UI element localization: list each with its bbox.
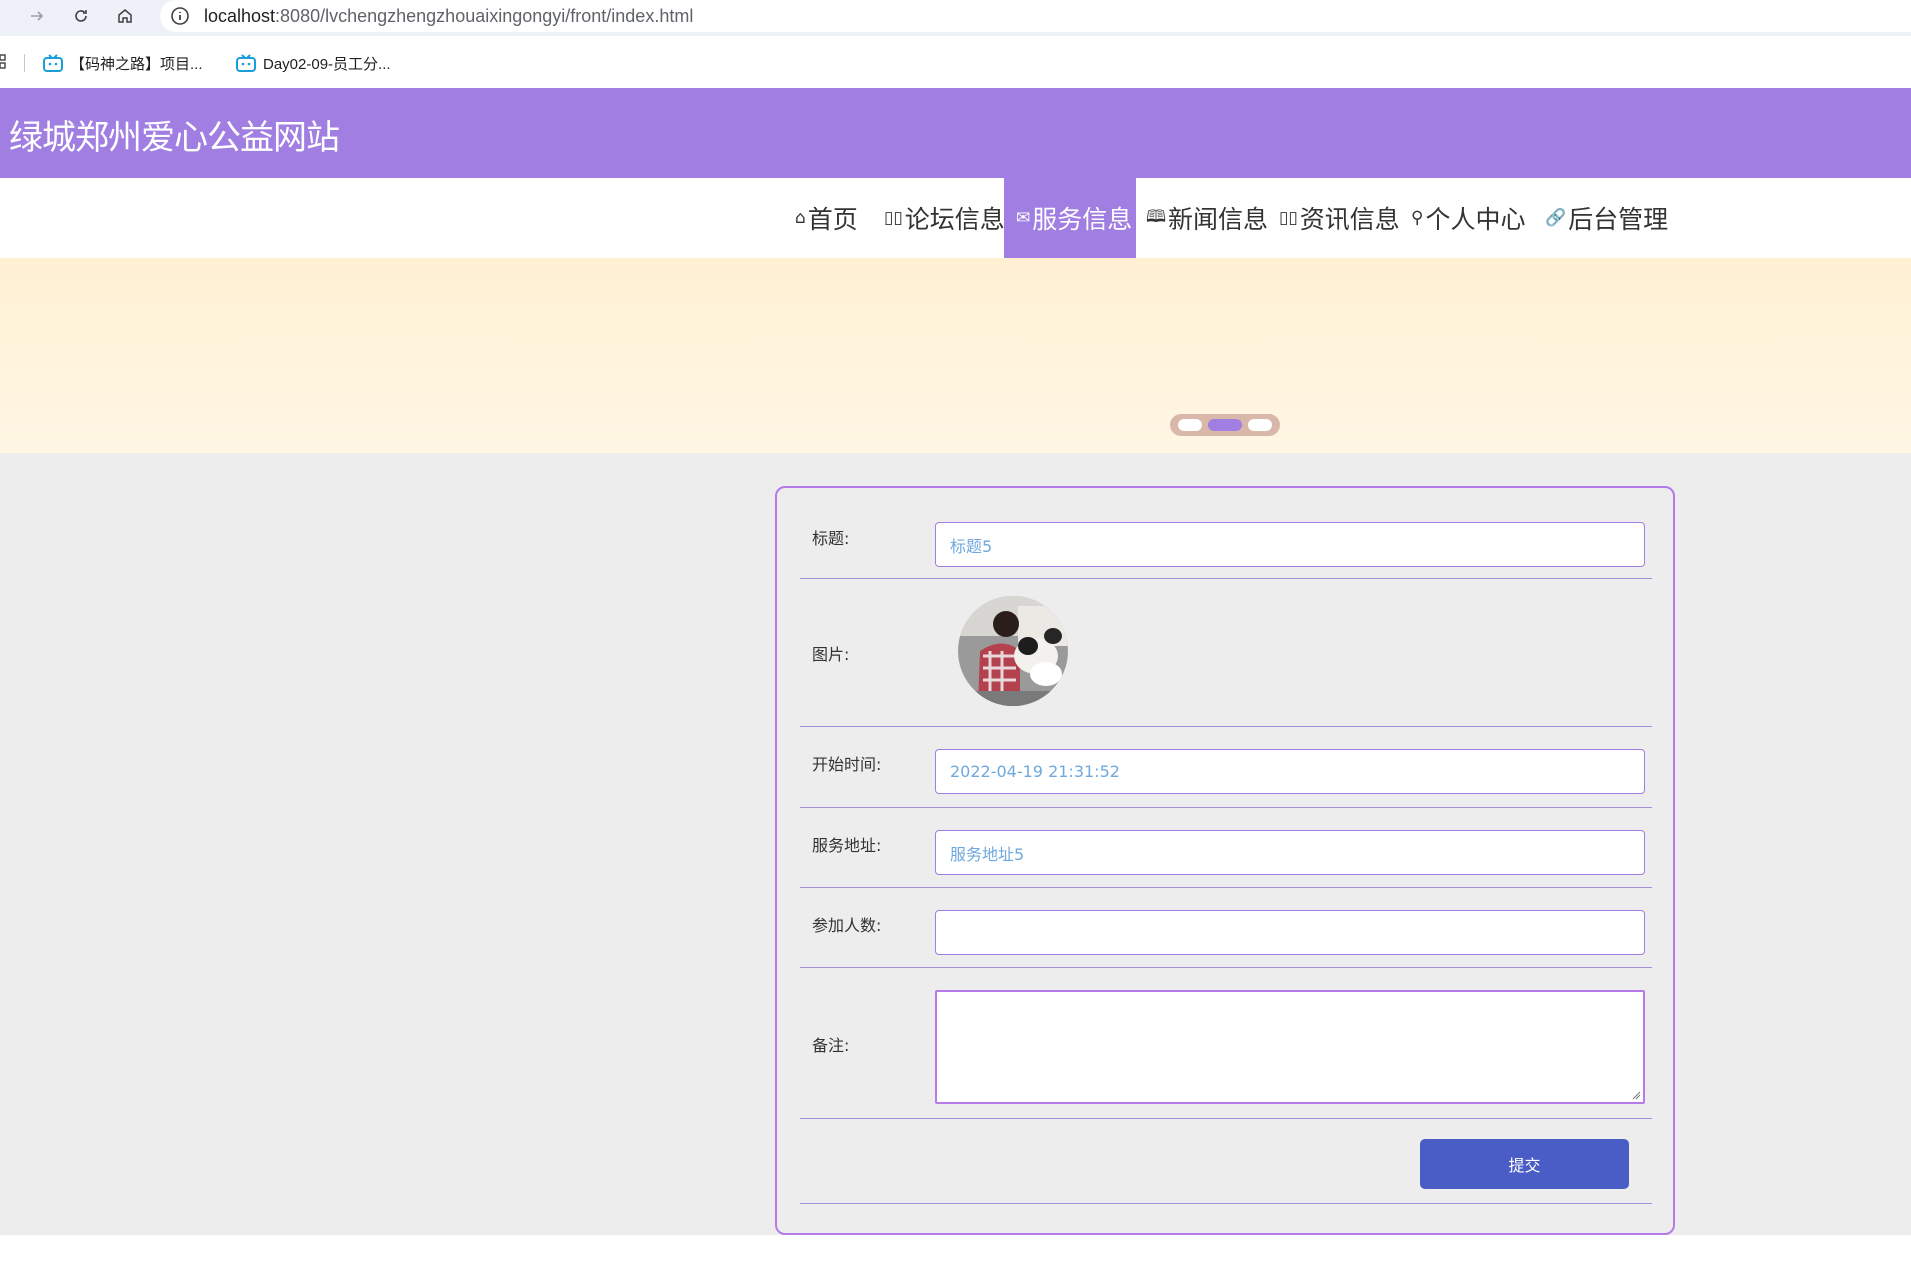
form-row-title: 标题: 标题5 [800, 488, 1652, 579]
bilibili-icon [236, 54, 256, 72]
title-label: 标题: [812, 529, 850, 548]
link-icon: 🔗 [1545, 208, 1567, 228]
nav-label: 服务信息 [1032, 205, 1133, 234]
bookmarks-separator [24, 54, 25, 72]
bilibili-icon [43, 54, 63, 72]
nav-item-forum[interactable]: ▯▯ 论坛信息 [884, 178, 1005, 258]
carousel-indicators [1170, 414, 1280, 436]
nav-item-info[interactable]: ▯▯ 资讯信息 [1279, 178, 1400, 258]
participants-input[interactable] [935, 910, 1645, 955]
form-row-image: 图片: [800, 579, 1652, 727]
form-row-address: 服务地址: 服务地址5 [800, 808, 1652, 888]
nav-label: 论坛信息 [904, 205, 1005, 234]
nav-item-home[interactable]: ⌂ 首页 [795, 178, 858, 258]
carousel-dot-active[interactable] [1208, 419, 1242, 431]
url-host: localhost [204, 5, 276, 26]
reload-icon[interactable] [70, 5, 92, 27]
bookmark-label: Day02-09-员工分... [263, 55, 391, 73]
book-icon: ▯▯ [884, 208, 903, 228]
form-row-remark: 备注: [800, 968, 1652, 1119]
image-label: 图片: [812, 645, 850, 664]
nav-label: 后台管理 [1568, 205, 1669, 234]
form-row-start-time: 开始时间: 2022-04-19 21:31:52 [800, 727, 1652, 808]
main-nav: ⌂ 首页 ▯▯ 论坛信息 ✉ 服务信息 🕮 新闻信息 ▯▯ 资讯信息 ⚲ 个人中心 🔗 后台管… [0, 178, 1911, 258]
remark-label: 备注: [812, 1036, 850, 1055]
grid-icon: ▯▯ [1279, 208, 1298, 228]
address-label: 服务地址: [812, 836, 882, 855]
carousel-dot[interactable] [1178, 419, 1202, 431]
nav-item-news[interactable]: 🕮 新闻信息 [1146, 178, 1268, 258]
browser-toolbar: localhost:8080/lvchengzhengzhouaixingong… [0, 0, 1911, 36]
bookmark-label: 【码神之路】项目... [70, 55, 203, 73]
url-path: :8080/lvchengzhengzhouaixingongyi/front/… [275, 5, 694, 26]
mail-icon: ✉ [1016, 208, 1031, 228]
nav-item-admin[interactable]: 🔗 后台管理 [1545, 178, 1668, 258]
submit-button[interactable]: 提交 [1420, 1139, 1629, 1189]
carousel-dot[interactable] [1248, 419, 1272, 431]
address-bar[interactable]: localhost:8080/lvchengzhengzhouaixingong… [160, 0, 1911, 32]
service-form: 标题: 标题5 图片: 开始时间: 2022-04-19 21:31:52 服务… [775, 486, 1675, 1235]
book-open-icon: 🕮 [1146, 206, 1167, 227]
nav-label: 首页 [807, 205, 858, 234]
nav-item-service[interactable]: ✉ 服务信息 [1004, 178, 1136, 258]
site-title: 绿城郑州爱心公益网站 [9, 118, 340, 158]
resize-grip-icon[interactable] [1631, 1090, 1641, 1100]
bookmarks-bar: 【码神之路】项目... Day02-09-员工分... [0, 44, 1911, 82]
banner-carousel [0, 258, 1911, 453]
service-image [958, 596, 1068, 706]
address-input[interactable]: 服务地址5 [935, 830, 1645, 875]
home-icon[interactable] [114, 5, 136, 27]
start-time-label: 开始时间: [812, 755, 882, 774]
nav-label: 新闻信息 [1168, 205, 1269, 234]
title-input[interactable]: 标题5 [935, 522, 1645, 567]
site-header: 绿城郑州爱心公益网站 [0, 88, 1911, 178]
apps-icon[interactable] [0, 52, 10, 72]
bookmark-item[interactable]: Day02-09-员工分... [235, 52, 391, 74]
form-row-participants: 参加人数: [800, 888, 1652, 968]
nav-label: 资讯信息 [1299, 205, 1400, 234]
home-icon: ⌂ [795, 208, 806, 228]
user-icon: ⚲ [1411, 208, 1424, 228]
start-time-input[interactable]: 2022-04-19 21:31:52 [935, 749, 1645, 794]
site-info-icon[interactable] [170, 6, 190, 26]
bookmark-item[interactable]: 【码神之路】项目... [42, 52, 203, 74]
forward-icon[interactable] [26, 5, 48, 27]
participants-label: 参加人数: [812, 916, 882, 935]
nav-item-profile[interactable]: ⚲ 个人中心 [1411, 178, 1525, 258]
url-text[interactable]: localhost:8080/lvchengzhengzhouaixingong… [204, 6, 693, 27]
remark-textarea[interactable] [935, 990, 1645, 1104]
nav-label: 个人中心 [1425, 205, 1526, 234]
